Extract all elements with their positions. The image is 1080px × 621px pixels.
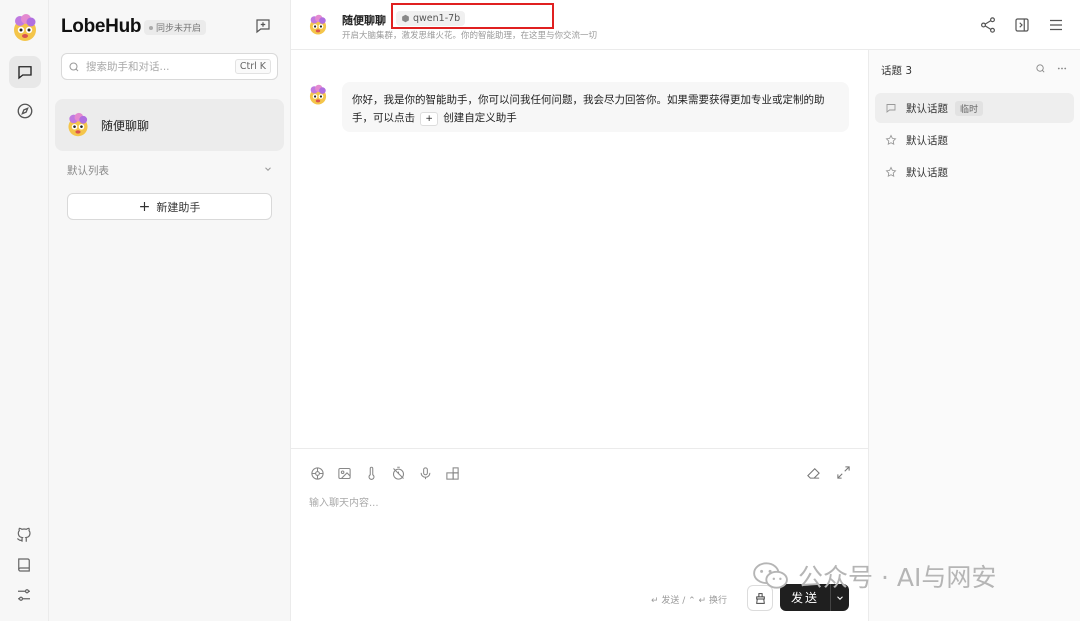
star-icon[interactable] [885, 166, 897, 178]
maximize-icon [837, 466, 850, 479]
brain-icon [310, 466, 324, 480]
settings-sliders-icon[interactable] [15, 586, 35, 606]
search-input[interactable]: 搜索助手和对话... Ctrl K [61, 53, 278, 80]
chat-header: 随便聊聊 qwen1-7b 开启大脑集群，激发思维火花。你的智能助理，在这里与你… [291, 0, 1080, 50]
topic-label: 默认话题 [906, 166, 948, 179]
eraser-icon [807, 467, 820, 479]
thermometer-icon [367, 466, 375, 480]
message-text-tail: 创建自定义助手 [443, 112, 517, 124]
panel-right-icon [1015, 18, 1029, 32]
watermark-text: 公众号 · AI与网安 [798, 563, 997, 592]
book-icon[interactable] [15, 556, 35, 576]
expand-input-button[interactable] [836, 465, 852, 481]
assistant-message: 你好，我是你的智能助手，你可以问我任何问题，我会尽力回答你。如果需要获得更加专业… [342, 82, 849, 132]
chat-icon [18, 66, 32, 80]
timer-off-icon [392, 466, 404, 480]
send-hint: ↵ 发送 / ⌃ ↵ 换行 [651, 596, 727, 606]
topics-title: 话题 3 [881, 65, 913, 77]
chat-title: 随便聊聊 [342, 14, 386, 27]
voice-input-button[interactable] [417, 465, 433, 481]
sync-status-badge[interactable]: 同步未开启 [144, 20, 207, 35]
header-actions [978, 15, 1066, 35]
topic-item[interactable]: 默认话题 临时 [875, 93, 1074, 123]
watermark: 公众号 · AI与网安 [752, 558, 996, 594]
new-assistant-button[interactable]: + 新建助手 [67, 193, 272, 220]
input-toolbar-right [806, 465, 852, 481]
search-placeholder: 搜索助手和对话... [86, 61, 170, 73]
wechat-icon [753, 562, 788, 589]
topic-panel: 话题 3 默认话题 临时 默认话题 默认话题 [868, 50, 1080, 621]
session-sidebar: LobeHub 同步未开启 搜索助手和对话... Ctrl K 随便聊聊 默认列… [49, 0, 291, 621]
blocks-icon [445, 466, 459, 480]
status-dot-icon [149, 25, 153, 30]
assistant-avatar[interactable] [307, 14, 329, 36]
chat-input[interactable]: 输入聊天内容... [309, 494, 379, 509]
topic-label: 默认话题 [906, 134, 948, 147]
model-switch-button[interactable] [309, 465, 325, 481]
nav-rail [0, 0, 49, 621]
plus-icon: + [138, 198, 151, 215]
github-icon[interactable] [15, 526, 35, 546]
share-button[interactable] [978, 15, 998, 35]
temporary-badge: 临时 [955, 100, 984, 116]
session-item[interactable]: 随便聊聊 [55, 99, 284, 151]
assistant-avatar [68, 112, 88, 137]
chevron-down-icon [837, 595, 843, 600]
search-icon[interactable] [1035, 63, 1046, 74]
discover-nav-button[interactable] [9, 95, 41, 127]
menu-button[interactable] [1046, 15, 1066, 35]
more-icon[interactable] [1056, 63, 1068, 74]
new-assistant-label: 新建助手 [156, 200, 201, 214]
temperature-button[interactable] [363, 465, 379, 481]
chat-bubble-icon [886, 104, 896, 113]
plugins-button[interactable] [444, 465, 460, 481]
menu-icon [1050, 19, 1062, 31]
message-plus-icon [256, 19, 270, 34]
clear-input-button[interactable] [806, 465, 822, 481]
chat-nav-button[interactable] [9, 56, 41, 88]
annotation-highlight-box [391, 3, 554, 29]
compass-icon [17, 103, 33, 119]
history-button[interactable] [390, 465, 406, 481]
image-icon [337, 467, 351, 479]
search-shortcut: Ctrl K [234, 59, 271, 74]
share-icon [981, 17, 995, 33]
topic-item[interactable]: 默认话题 [875, 125, 1074, 155]
star-icon[interactable] [885, 134, 897, 146]
chat-input-area: 输入聊天内容... ↵ 发送 / ⌃ ↵ 换行 发送 [291, 448, 868, 621]
topic-actions [1035, 63, 1068, 74]
inline-plus-key: + [420, 112, 438, 126]
brand-logo-text: LobeHub [61, 16, 142, 37]
microphone-icon [420, 466, 430, 479]
new-chat-button[interactable] [254, 17, 274, 37]
topic-label: 默认话题 [906, 102, 948, 115]
group-title[interactable]: 默认列表 [67, 163, 109, 178]
chat-main: 随便聊聊 qwen1-7b 开启大脑集群，激发思维火花。你的智能助理，在这里与你… [291, 0, 1080, 621]
chevron-down-icon[interactable] [263, 164, 273, 174]
input-toolbar [309, 465, 460, 481]
upload-image-button[interactable] [336, 465, 352, 481]
topic-item[interactable]: 默认话题 [875, 157, 1074, 187]
chat-description: 开启大脑集群，激发思维火花。你的智能助理，在这里与你交流一切 [342, 31, 598, 41]
toggle-panel-button[interactable] [1012, 15, 1032, 35]
search-icon [69, 62, 79, 71]
assistant-avatar [309, 84, 327, 105]
sync-status-label: 同步未开启 [156, 24, 202, 34]
session-name: 随便聊聊 [101, 118, 150, 133]
user-avatar[interactable] [10, 13, 40, 43]
